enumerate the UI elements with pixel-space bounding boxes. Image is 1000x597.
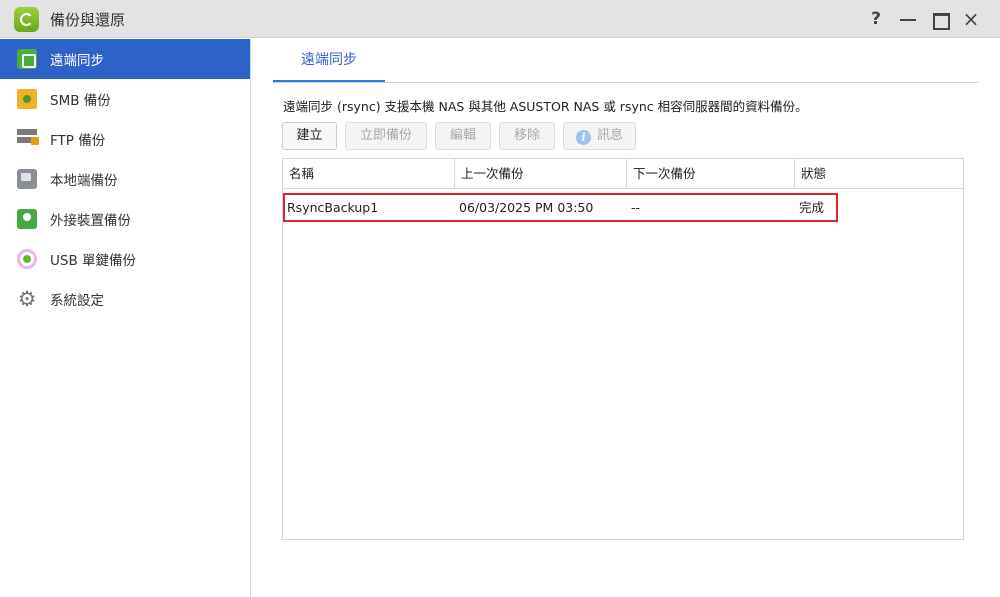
backup-now-button[interactable]: 立即備份 [345, 122, 427, 150]
sidebar-item-label: 系統設定 [50, 293, 104, 309]
column-header-status[interactable]: 狀態 [795, 159, 963, 189]
app-icon [14, 7, 39, 32]
create-button[interactable]: 建立 [282, 122, 337, 150]
sidebar-item-label: 遠端同步 [50, 53, 104, 69]
sidebar: 遠端同步 SMB 備份 FTP 備份 本地端備份 外接裝置備份 USB 單鍵備份… [0, 39, 251, 597]
maximize-button[interactable] [928, 7, 952, 31]
sidebar-item-usb-backup[interactable]: USB 單鍵備份 [0, 239, 250, 279]
usb-one-touch-icon [17, 249, 37, 269]
smb-backup-icon [17, 89, 37, 109]
tab-rsync[interactable]: 遠端同步 [273, 39, 385, 82]
window-title: 備份與還原 [50, 11, 126, 29]
remove-button[interactable]: 移除 [499, 122, 555, 150]
column-header-next-backup[interactable]: 下一次備份 [627, 159, 795, 189]
help-button[interactable]: ? [864, 7, 888, 31]
sidebar-item-label: USB 單鍵備份 [50, 253, 137, 269]
info-button[interactable]: i 訊息 [563, 122, 636, 150]
backup-jobs-table: 名稱 上一次備份 下一次備份 狀態 RsyncBackup1 06/03/202… [282, 158, 964, 540]
cell-status: 完成 [799, 200, 825, 215]
sidebar-item-label: 本地端備份 [50, 173, 118, 189]
rsync-icon [17, 49, 37, 69]
info-button-label: 訊息 [596, 128, 623, 143]
sidebar-item-label: FTP 備份 [50, 133, 106, 149]
column-header-last-backup[interactable]: 上一次備份 [455, 159, 627, 189]
table-row[interactable]: RsyncBackup1 06/03/2025 PM 03:50 -- 完成 [283, 193, 838, 222]
gear-icon: ⚙ [17, 287, 37, 311]
tab-divider [273, 82, 979, 83]
table-header: 名稱 上一次備份 下一次備份 狀態 [283, 159, 963, 189]
title-bar: 備份與還原 ? × [0, 0, 1000, 38]
column-header-name[interactable]: 名稱 [283, 159, 455, 189]
external-device-icon [17, 209, 37, 229]
ftp-backup-icon [17, 129, 39, 149]
edit-button[interactable]: 編輯 [435, 122, 491, 150]
sidebar-item-rsync[interactable]: 遠端同步 [0, 39, 250, 79]
close-button[interactable]: × [959, 7, 983, 31]
sidebar-item-smb-backup[interactable]: SMB 備份 [0, 79, 250, 119]
page-description: 遠端同步 (rsync) 支援本機 NAS 與其他 ASUSTOR NAS 或 … [283, 99, 808, 114]
local-backup-icon [17, 169, 37, 189]
sidebar-item-ftp-backup[interactable]: FTP 備份 [0, 119, 250, 159]
cell-next-backup: -- [631, 200, 641, 215]
cell-last-backup: 06/03/2025 PM 03:50 [459, 200, 594, 215]
minimize-button[interactable] [896, 7, 920, 31]
sidebar-item-label: SMB 備份 [50, 93, 111, 109]
sidebar-item-system-settings[interactable]: ⚙ 系統設定 [0, 279, 250, 319]
sidebar-item-external-backup[interactable]: 外接裝置備份 [0, 199, 250, 239]
sidebar-item-local-backup[interactable]: 本地端備份 [0, 159, 250, 199]
cell-name: RsyncBackup1 [287, 200, 379, 215]
info-icon: i [575, 130, 591, 145]
sidebar-item-label: 外接裝置備份 [50, 213, 131, 229]
